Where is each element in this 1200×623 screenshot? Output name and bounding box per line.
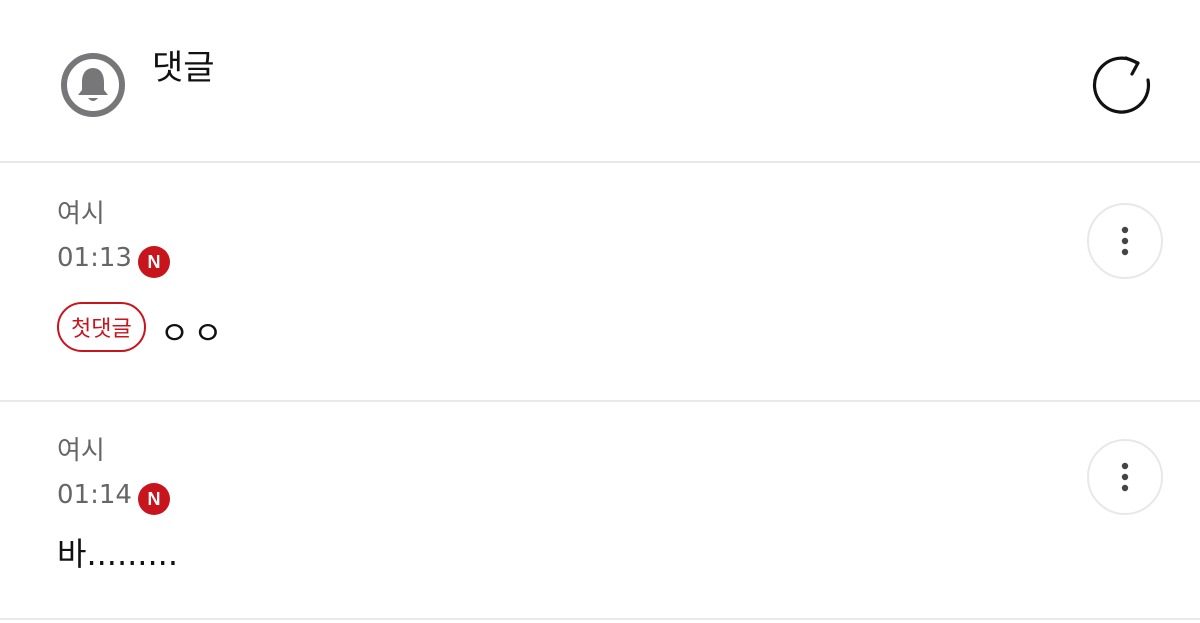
new-badge: N bbox=[137, 483, 170, 515]
refresh-icon bbox=[1092, 56, 1151, 114]
bell-icon bbox=[60, 52, 126, 118]
more-vertical-icon bbox=[1121, 226, 1129, 256]
comment-time: 01:14 bbox=[57, 480, 132, 510]
comment-item: 여시 01:14 N 바......... bbox=[0, 402, 1200, 620]
more-options-button[interactable] bbox=[1087, 439, 1163, 515]
comment-time: 01:13 bbox=[57, 243, 132, 273]
comment-text: ㅇㅇ bbox=[159, 314, 227, 352]
comment-meta: 01:13 N bbox=[57, 241, 170, 278]
header: 댓글 bbox=[0, 0, 1200, 163]
comment-meta: 01:14 N bbox=[57, 478, 170, 515]
notifications-page: 댓글 여시 01:13 N 첫댓글 ㅇㅇ 여시 01:14 N 바.......… bbox=[0, 0, 1200, 623]
page-title: 댓글 bbox=[152, 48, 215, 88]
comment-author: 여시 bbox=[57, 199, 105, 229]
comment-item: 여시 01:13 N 첫댓글 ㅇㅇ bbox=[0, 165, 1200, 402]
comment-body: 첫댓글 ㅇㅇ bbox=[57, 301, 227, 353]
more-options-button[interactable] bbox=[1087, 203, 1163, 279]
more-vertical-icon bbox=[1121, 462, 1129, 492]
new-badge: N bbox=[137, 246, 170, 278]
first-comment-tag: 첫댓글 bbox=[57, 302, 146, 352]
comment-body: 바......... bbox=[57, 534, 178, 574]
refresh-button[interactable] bbox=[1090, 50, 1162, 122]
comment-text: 바......... bbox=[57, 535, 178, 573]
comment-author: 여시 bbox=[57, 436, 105, 466]
